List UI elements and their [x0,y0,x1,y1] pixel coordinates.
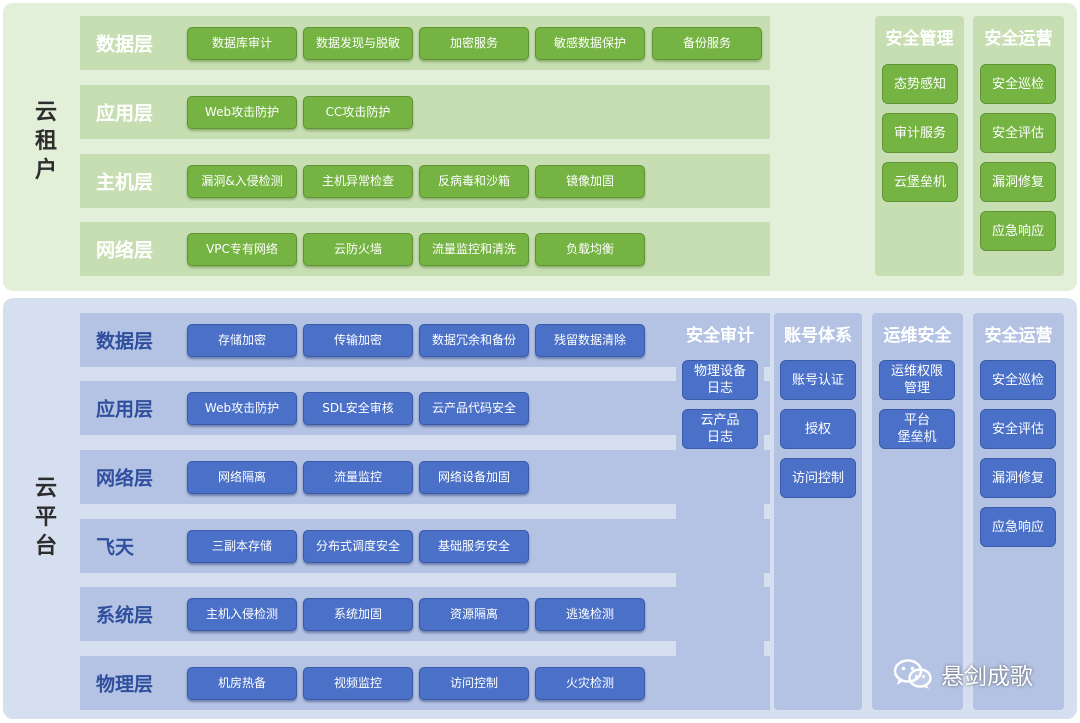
service-chip[interactable]: 传输加密 [303,323,413,357]
layer-title: 主机层 [96,171,154,194]
column-chip[interactable]: 安全评估 [980,409,1056,449]
column-chip[interactable]: 安全评估 [980,113,1056,153]
service-chip[interactable]: CC攻击防护 [303,95,413,129]
watermark-text: 悬剑成歌 [941,664,1033,690]
service-chip[interactable]: 网络设备加固 [419,460,529,494]
service-chip[interactable]: 漏洞&入侵检测 [187,164,297,198]
service-chip[interactable]: 数据库审计 [187,26,297,60]
column-chip[interactable]: 漏洞修复 [980,458,1056,498]
column-chip[interactable]: 应急响应 [980,507,1056,547]
service-chip[interactable]: 资源隔离 [419,597,529,631]
column-title: 安全管理 [885,29,954,49]
layer-title: 数据层 [96,33,154,56]
wechat-icon [893,659,932,689]
service-chip[interactable]: SDL安全审核 [303,391,413,425]
service-chip[interactable]: 云防火墙 [303,232,413,266]
service-chip[interactable]: Web攻击防护 [187,391,297,425]
column-chip[interactable]: 云堡垒机 [882,162,958,202]
column-title: 安全审计 [686,326,754,346]
service-chip[interactable]: 云产品代码安全 [419,391,529,425]
tenant-label-char: 户 [35,158,58,183]
column-chip[interactable]: 账号认证 [780,360,856,400]
tenant-label-char: 云 [35,100,58,125]
layer-title: 系统层 [96,604,154,627]
service-chip[interactable]: 备份服务 [652,26,762,60]
service-chip[interactable]: 镜像加固 [535,164,645,198]
column-chip[interactable]: 物理设备 日志 [682,360,758,400]
tenant-label: 云 租 户 [35,98,57,185]
service-chip[interactable]: 负载均衡 [535,232,645,266]
platform-label-char: 台 [35,534,58,559]
service-chip[interactable]: 访问控制 [419,666,529,700]
column-chip[interactable]: 安全巡检 [980,360,1056,400]
service-chip[interactable]: 敏感数据保护 [535,26,645,60]
layer-title: 数据层 [96,330,154,353]
service-chip[interactable]: 主机异常检查 [303,164,413,198]
service-chip[interactable]: VPC专有网络 [187,232,297,266]
layer-title: 物理层 [96,673,154,696]
service-chip[interactable]: 存储加密 [187,323,297,357]
service-chip[interactable]: 基础服务安全 [419,529,529,563]
column-chip[interactable]: 云产品 日志 [682,409,758,449]
column-chip[interactable]: 平台 堡垒机 [879,409,955,449]
column-title: 安全运营 [984,326,1053,346]
service-chip[interactable]: 加密服务 [419,26,529,60]
platform-label-char: 云 [35,476,58,501]
column-chip[interactable]: 授权 [780,409,856,449]
service-chip[interactable]: 数据冗余和备份 [419,323,529,357]
service-chip[interactable]: 机房热备 [187,666,297,700]
layer-title: 网络层 [96,239,154,262]
service-chip[interactable]: 主机入侵检测 [187,597,297,631]
layer-title: 网络层 [96,467,154,490]
tenant-label-char: 租 [35,129,58,154]
column-chip[interactable]: 应急响应 [980,211,1056,251]
column-title: 安全运营 [984,29,1053,49]
column-chip[interactable]: 访问控制 [780,458,856,498]
service-chip[interactable]: 反病毒和沙箱 [419,164,529,198]
platform-label-char: 平 [35,505,58,530]
service-chip[interactable]: 流量监控 [303,460,413,494]
service-chip[interactable]: 数据发现与脱敏 [303,26,413,60]
layer-title: 应用层 [96,398,154,421]
service-chip[interactable]: 视频监控 [303,666,413,700]
service-chip[interactable]: 系统加固 [303,597,413,631]
service-chip[interactable]: 分布式调度安全 [303,529,413,563]
service-chip[interactable]: 流量监控和清洗 [419,232,529,266]
column-title: 运维安全 [883,326,952,346]
column-title: 账号体系 [784,326,852,346]
service-chip[interactable]: 逃逸检测 [535,597,645,631]
column-chip[interactable]: 审计服务 [882,113,958,153]
service-chip[interactable]: 网络隔离 [187,460,297,494]
layer-title: 应用层 [96,102,154,125]
service-chip[interactable]: 火灾检测 [535,666,645,700]
service-chip[interactable]: 残留数据清除 [535,323,645,357]
service-chip[interactable]: 三副本存储 [187,529,297,563]
column-chip[interactable]: 运维权限 管理 [879,360,955,400]
service-chip[interactable]: Web攻击防护 [187,95,297,129]
layer-title: 飞天 [96,536,135,559]
platform-label: 云 平 台 [35,474,57,561]
column-chip[interactable]: 态势感知 [882,64,958,104]
column-chip[interactable]: 漏洞修复 [980,162,1056,202]
watermark: 悬剑成歌 [893,657,1033,691]
layer-row: 应用层 [80,85,770,139]
column-chip[interactable]: 安全巡检 [980,64,1056,104]
